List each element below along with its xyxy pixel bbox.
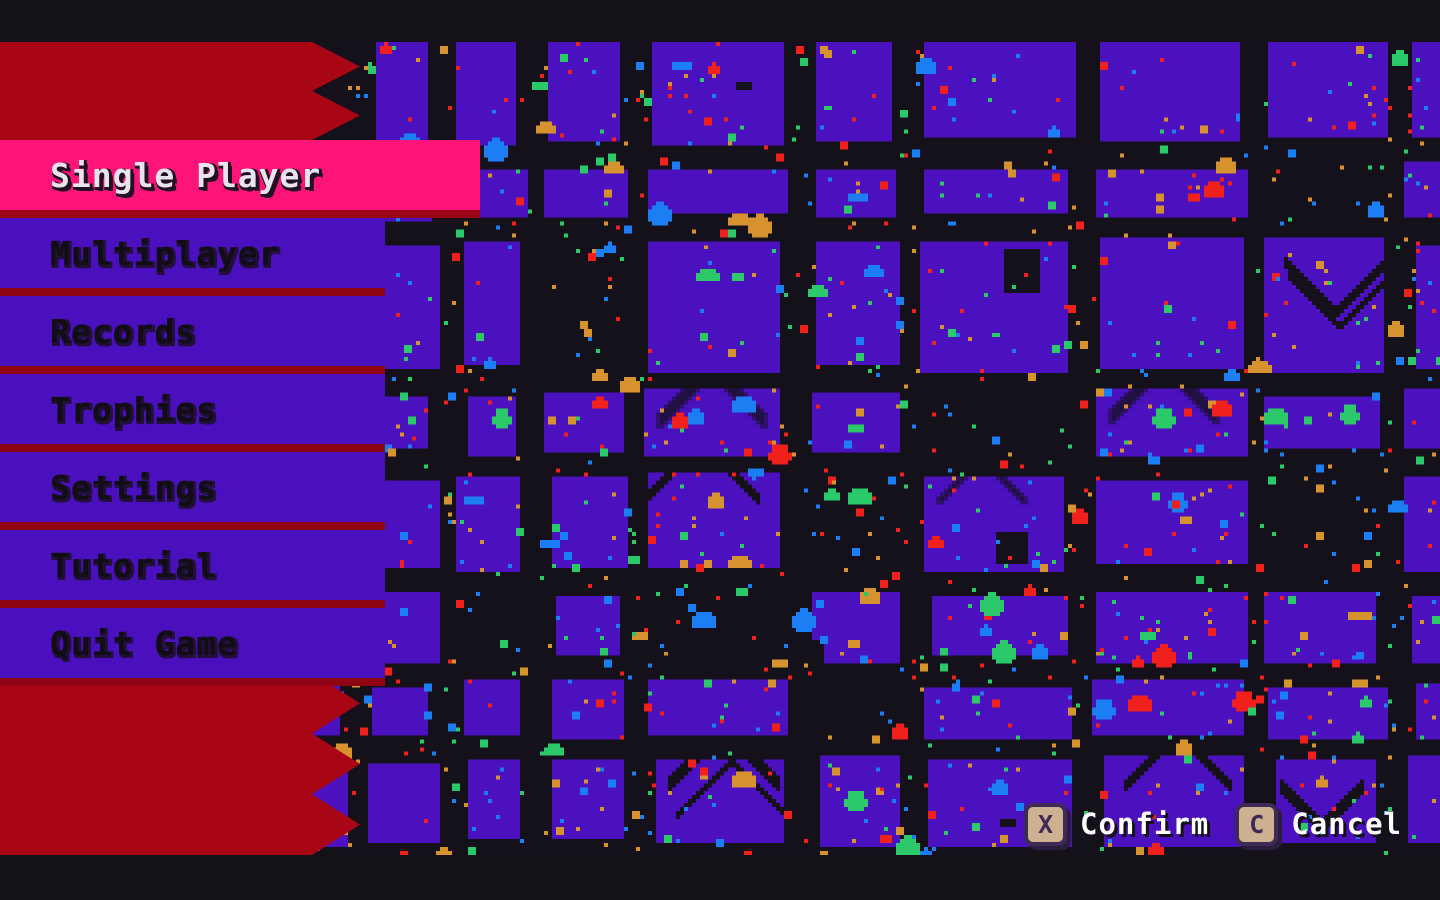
menu-item-settings[interactable]: Settings: [0, 452, 385, 522]
menu-separator: [0, 522, 385, 530]
keycap-letter: X: [1037, 809, 1054, 839]
keycap-letter: C: [1249, 809, 1265, 839]
key-x-icon: X: [1024, 802, 1068, 846]
banner-zigzag-bottom-icon: [312, 673, 360, 855]
prompt-label: Cancel: [1291, 806, 1402, 841]
prompt-cancel[interactable]: C Cancel: [1235, 802, 1402, 846]
menu-separator: [0, 210, 480, 218]
menu-banner-top-body: [0, 42, 312, 140]
menu-separator: [0, 678, 385, 686]
menu-item-list: Single Player Multiplayer Records Trophies S…: [0, 140, 480, 686]
menu-item-label: Single Player: [50, 155, 322, 195]
menu-item-label: Multiplayer: [50, 233, 280, 273]
letterbox-bar-bottom: [0, 855, 1440, 900]
menu-item-quit-game[interactable]: Quit Game: [0, 608, 385, 678]
menu-item-single-player[interactable]: Single Player: [0, 140, 480, 210]
prompt-confirm[interactable]: X Confirm: [1024, 802, 1210, 846]
menu-separator: [0, 366, 385, 374]
prompt-label: Confirm: [1080, 806, 1210, 841]
menu-item-label: Records: [50, 311, 197, 351]
menu-item-trophies[interactable]: Trophies: [0, 374, 385, 444]
main-menu-panel: Single Player Multiplayer Records Trophies S…: [0, 42, 480, 855]
menu-item-label: Settings: [50, 467, 217, 507]
menu-item-multiplayer[interactable]: Multiplayer: [0, 218, 385, 288]
menu-item-label: Quit Game: [50, 623, 238, 663]
menu-item-records[interactable]: Records: [0, 296, 385, 366]
menu-separator: [0, 288, 385, 296]
letterbox-bar-top: [0, 0, 1440, 42]
button-prompt-bar: X Confirm C Cancel: [1024, 799, 1402, 849]
menu-banner-bottom-body: [0, 673, 312, 855]
menu-separator: [0, 444, 385, 452]
menu-separator: [0, 600, 385, 608]
banner-zigzag-top-icon: [312, 42, 360, 140]
game-screen: Single Player Multiplayer Records Trophies S…: [0, 0, 1440, 900]
menu-item-label: Trophies: [50, 389, 217, 429]
menu-banner-top: [0, 42, 360, 140]
menu-banner-bottom: [0, 673, 360, 855]
menu-item-label: Tutorial: [50, 545, 217, 585]
menu-item-tutorial[interactable]: Tutorial: [0, 530, 385, 600]
key-c-icon: C: [1235, 802, 1279, 846]
